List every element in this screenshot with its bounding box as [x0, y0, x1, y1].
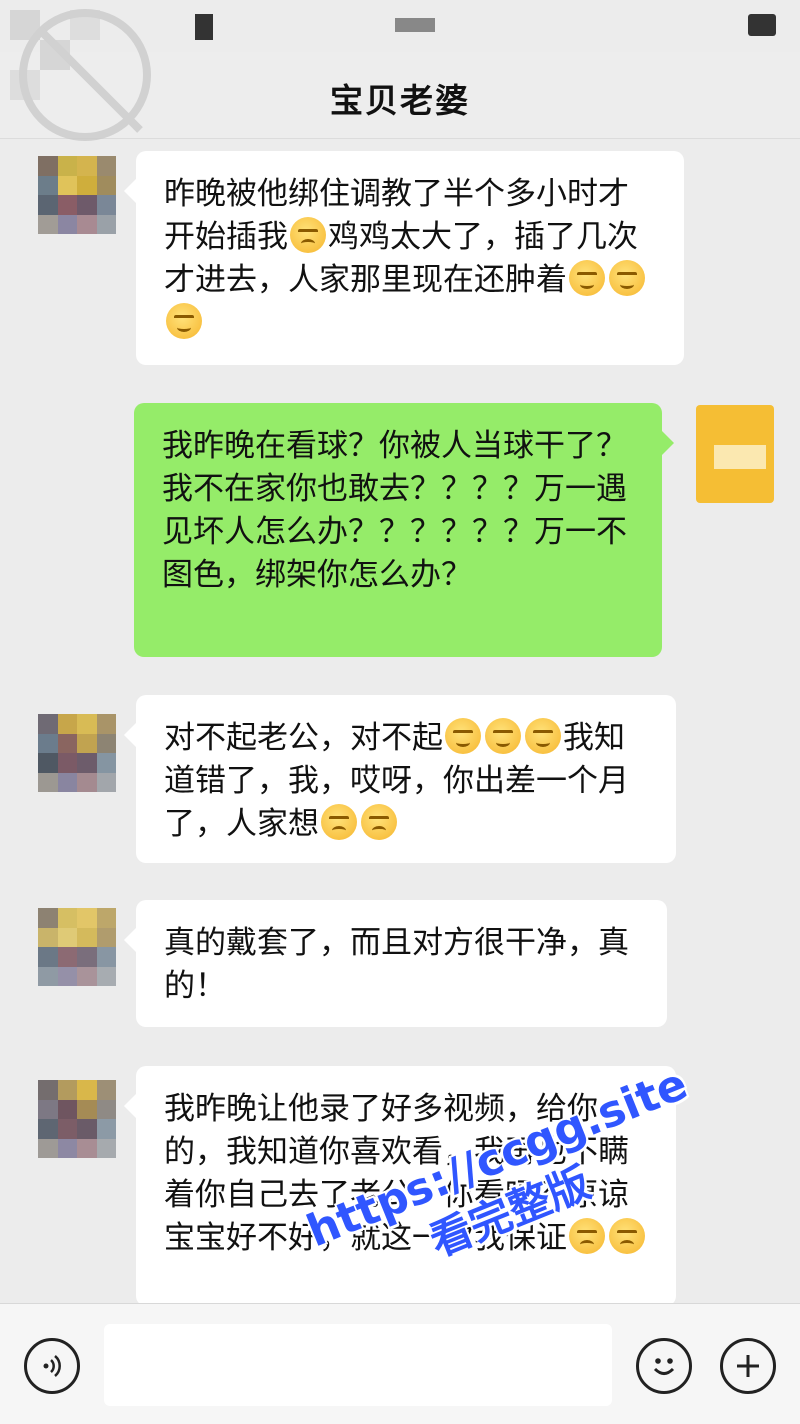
voice-button[interactable] [24, 1338, 80, 1394]
emoji-icon [653, 1358, 675, 1375]
crying-emoji-icon [485, 718, 521, 754]
crying-emoji-icon [609, 260, 645, 296]
shy-emoji-icon [321, 804, 357, 840]
crying-emoji-icon [166, 303, 202, 339]
message-bubble[interactable]: 真的戴套了，而且对方很干净，真的！ [124, 900, 667, 1027]
plus-icon [737, 1355, 759, 1377]
crying-emoji-icon [525, 718, 561, 754]
message-text: 对不起老公，对不起 [164, 720, 443, 756]
voice-icon [43, 1355, 61, 1377]
more-button[interactable] [720, 1338, 776, 1394]
message-bubble[interactable]: 对不起老公，对不起 我知道错了，我，哎呀，你出差一个月了，人家想 [124, 695, 676, 863]
contact-avatar[interactable] [38, 714, 116, 792]
message-text: 真的戴套了，而且对方很干净，真的！ [164, 925, 629, 1004]
confused-emoji-icon [290, 217, 326, 253]
watermark-logo [10, 9, 151, 141]
contact-avatar[interactable] [38, 1080, 116, 1158]
contact-avatar[interactable] [38, 156, 116, 234]
contact-avatar[interactable] [38, 908, 116, 986]
crying-emoji-icon [445, 718, 481, 754]
message-text: 我昨晚在看球？你被人当球干了？我不在家你也敢去？？？？万一遇见坏人怎么办？？？？… [162, 428, 627, 593]
emoji-button[interactable] [636, 1338, 692, 1394]
message-bubble-outgoing[interactable]: 我昨晚在看球？你被人当球干了？我不在家你也敢去？？？？万一遇见坏人怎么办？？？？… [134, 403, 674, 657]
my-avatar[interactable] [696, 405, 774, 503]
message-bubble[interactable]: 昨晚被他绑住调教了半个多小时才开始插我 鸡鸡太大了，插了几次才进去，人家那里现在还… [124, 151, 684, 365]
crying-emoji-icon [569, 260, 605, 296]
shy-emoji-icon [361, 804, 397, 840]
